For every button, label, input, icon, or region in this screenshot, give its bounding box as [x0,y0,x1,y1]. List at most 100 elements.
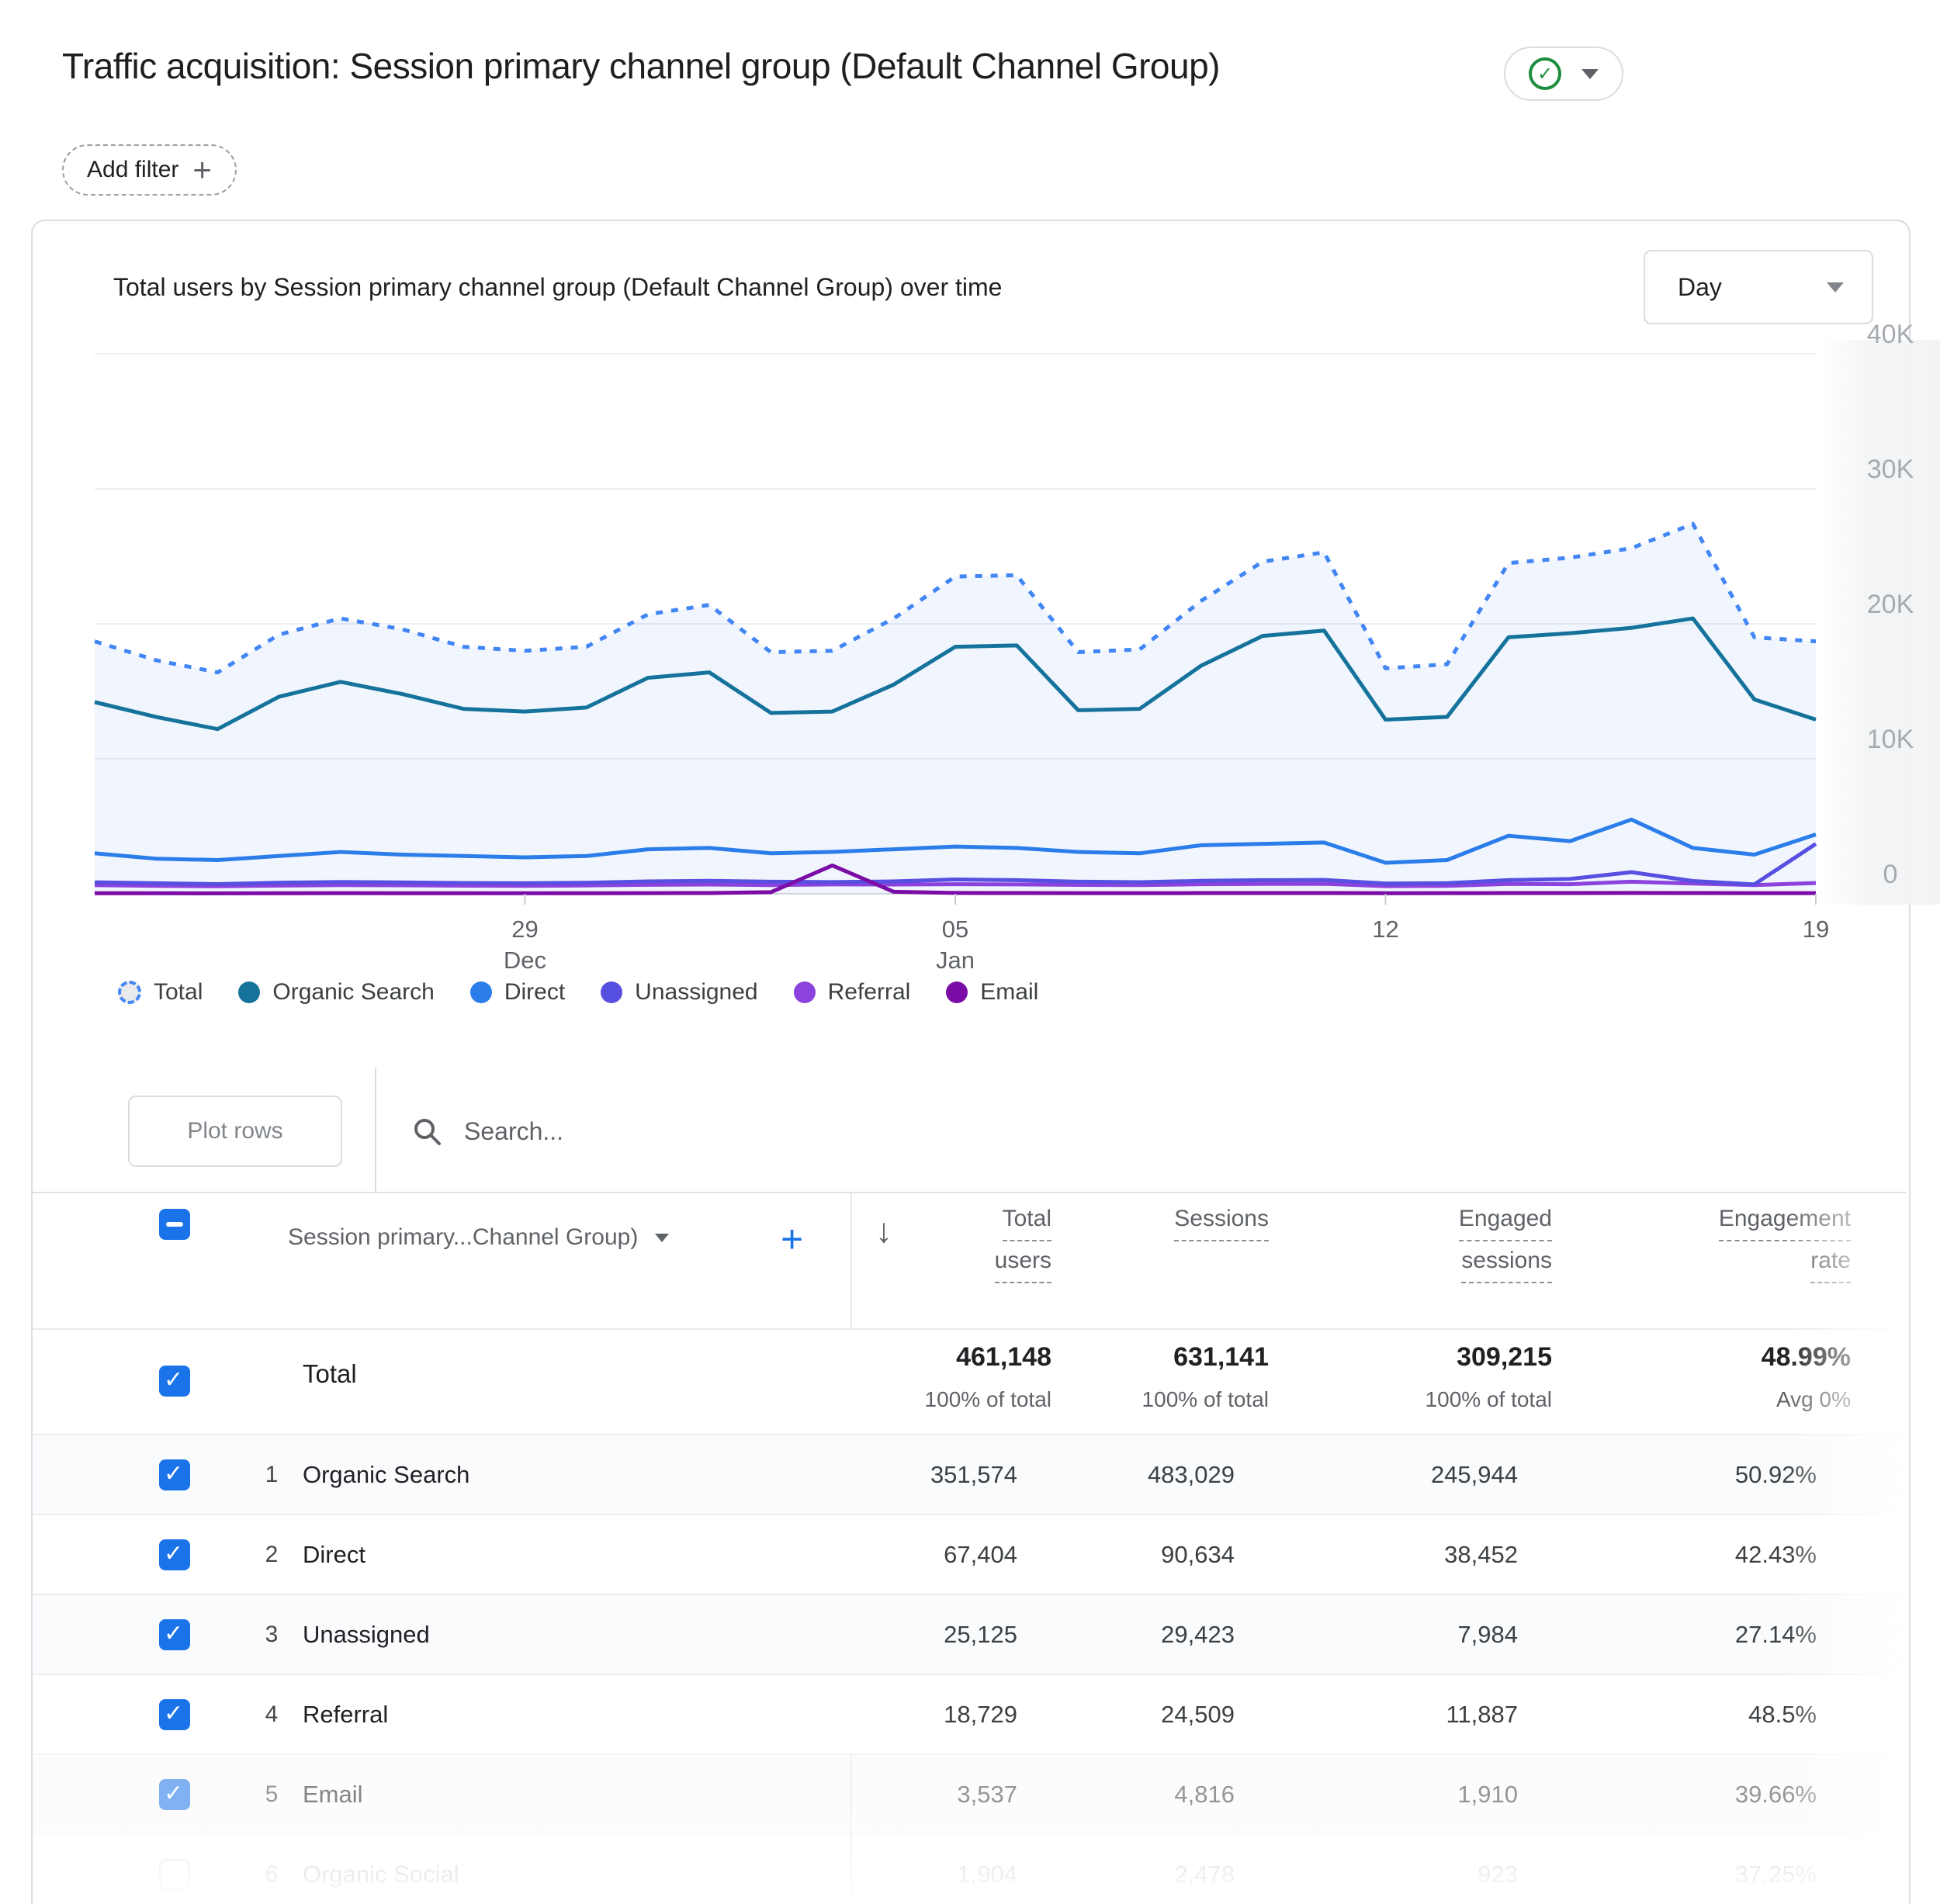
cell-value: 29,423 [1161,1621,1235,1648]
cell-value: 42.43% [1734,1541,1817,1568]
toolbar-divider [375,1068,376,1192]
channel-label: Email [303,1781,363,1808]
engagement-rate-value: 48.99% [1761,1342,1851,1372]
cell-value: 24,509 [1161,1701,1235,1728]
search-icon [414,1119,441,1145]
total-row-checkbox[interactable] [159,1366,190,1397]
legend-label: Direct [504,979,566,1005]
row-checkbox-organic-search[interactable] [159,1459,190,1490]
cell-value: 351,574 [930,1461,1017,1488]
engaged-sessions-sub: 100% of total [1425,1387,1552,1411]
cell-value: 7,984 [1457,1621,1518,1648]
total-users-value: 461,148 [956,1342,1051,1372]
table-row-email[interactable]: 5 Email 3,537 4,816 1,910 39.66% [33,1753,1906,1835]
search-input[interactable] [462,1116,1397,1147]
legend-item-referral[interactable]: Referral [793,979,911,1006]
page-title: Traffic acquisition: Session primary cha… [62,46,1220,86]
row-index: 4 [265,1701,279,1727]
table-search [411,1096,1498,1167]
channel-label: Referral [303,1701,389,1728]
legend-swatch-direct [469,981,492,1003]
chevron-down-icon [1827,282,1844,293]
row-checkbox-unassigned[interactable] [159,1619,190,1650]
row-index: 5 [265,1781,279,1807]
legend-item-direct[interactable]: Direct [469,979,566,1006]
row-checkbox-email[interactable] [159,1779,190,1810]
legend-item-email[interactable]: Email [946,979,1038,1006]
legend-swatch-unassigned [601,981,623,1003]
sessions-sub: 100% of total [1141,1387,1269,1411]
table-row-unassigned[interactable]: 3 Unassigned 25,125 29,423 7,984 27.14% [33,1594,1906,1675]
granularity-select[interactable]: Day [1644,250,1873,324]
cell-value: 90,634 [1161,1541,1235,1568]
traffic-acquisition-page: Traffic acquisition: Session primary cha… [0,0,1940,1904]
legend-label: Email [980,979,1039,1005]
row-index: 3 [265,1622,279,1647]
legend-item-total[interactable]: Total [118,979,203,1006]
add-dimension-button[interactable]: + [781,1217,803,1262]
sort-descending-icon[interactable]: ↓ [875,1212,892,1251]
row-index: 1 [265,1462,279,1487]
legend-item-organic-search[interactable]: Organic Search [238,979,435,1006]
legend-swatch-organic-search [238,981,261,1003]
row-checkbox-organic-social[interactable] [159,1859,190,1890]
column-header-engaged-sessions[interactable]: Engaged sessions [1458,1207,1552,1291]
cell-value: 1,904 [957,1861,1017,1888]
legend-label: Total [154,979,203,1005]
cell-value: 37.25% [1734,1861,1817,1888]
table-row-organic-search[interactable]: 1 Organic Search 351,574 483,029 245,944 50.9… [33,1434,1906,1515]
channel-label: Direct [303,1541,365,1568]
channel-label: Organic Social [303,1861,459,1888]
row-index: 6 [265,1861,279,1887]
cell-value: 11,887 [1446,1701,1518,1728]
select-all-checkbox[interactable] [159,1209,190,1240]
legend-item-unassigned[interactable]: Unassigned [601,979,758,1006]
chevron-down-icon [655,1233,670,1242]
cell-value: 39.66% [1734,1781,1817,1808]
cell-value: 25,125 [944,1621,1017,1648]
cell-value: 2,478 [1174,1861,1235,1888]
plus-icon: + [192,151,212,188]
chart-legend: Total Organic Search Direct Unassigned Refer… [118,979,1038,1006]
add-filter-label: Add filter [87,157,179,182]
cell-value: 3,537 [957,1781,1017,1808]
chart-title: Total users by Session primary channel g… [113,273,1003,301]
cell-value: 1,910 [1457,1781,1518,1808]
cell-value: 67,404 [944,1541,1017,1568]
sessions-value: 631,141 [1173,1342,1269,1372]
engaged-sessions-value: 309,215 [1457,1342,1552,1372]
cell-value: 27.14% [1734,1621,1817,1648]
row-checkbox-referral[interactable] [159,1699,190,1730]
legend-swatch-email [946,981,968,1003]
table-row-organic-social[interactable]: 6 Organic Social 1,904 2,478 923 37.25% [33,1833,1906,1904]
chevron-down-icon [1581,68,1599,79]
valid-check-icon: ✓ [1529,57,1561,90]
legend-label: Referral [827,979,911,1005]
row-checkbox-direct[interactable] [159,1539,190,1570]
legend-label: Unassigned [635,979,758,1005]
total-row-label: Total [303,1359,357,1388]
dimension-header[interactable]: Session primary...Channel Group) [288,1224,670,1251]
table-row-referral[interactable]: 4 Referral 18,729 24,509 11,887 48.5% [33,1674,1906,1755]
legend-label: Organic Search [272,979,435,1005]
cell-value: 923 [1478,1861,1518,1888]
add-filter-button[interactable]: Add filter + [62,144,237,196]
granularity-value: Day [1678,272,1722,301]
cell-value: 4,816 [1174,1781,1235,1808]
column-header-sessions[interactable]: Sessions [1174,1207,1269,1249]
channel-label: Organic Search [303,1461,470,1488]
row-index: 2 [265,1542,279,1567]
plot-rows-button[interactable]: Plot rows [128,1096,342,1167]
engagement-rate-sub: Avg 0% [1776,1387,1851,1411]
legend-swatch-total [118,981,141,1004]
table-row-direct[interactable]: 2 Direct 67,404 90,634 38,452 42.43% [33,1514,1906,1595]
column-header-total-users[interactable]: Total users [994,1207,1051,1291]
cell-value: 18,729 [944,1701,1017,1728]
column-header-engagement-rate[interactable]: Engagement rate [1718,1207,1851,1291]
cell-value: 245,944 [1430,1461,1518,1488]
channel-label: Unassigned [303,1621,430,1648]
cell-value: 483,029 [1147,1461,1235,1488]
total-users-sub: 100% of total [924,1387,1051,1411]
report-status-badge[interactable]: ✓ [1504,47,1623,101]
table-top-divider [33,1192,1906,1193]
